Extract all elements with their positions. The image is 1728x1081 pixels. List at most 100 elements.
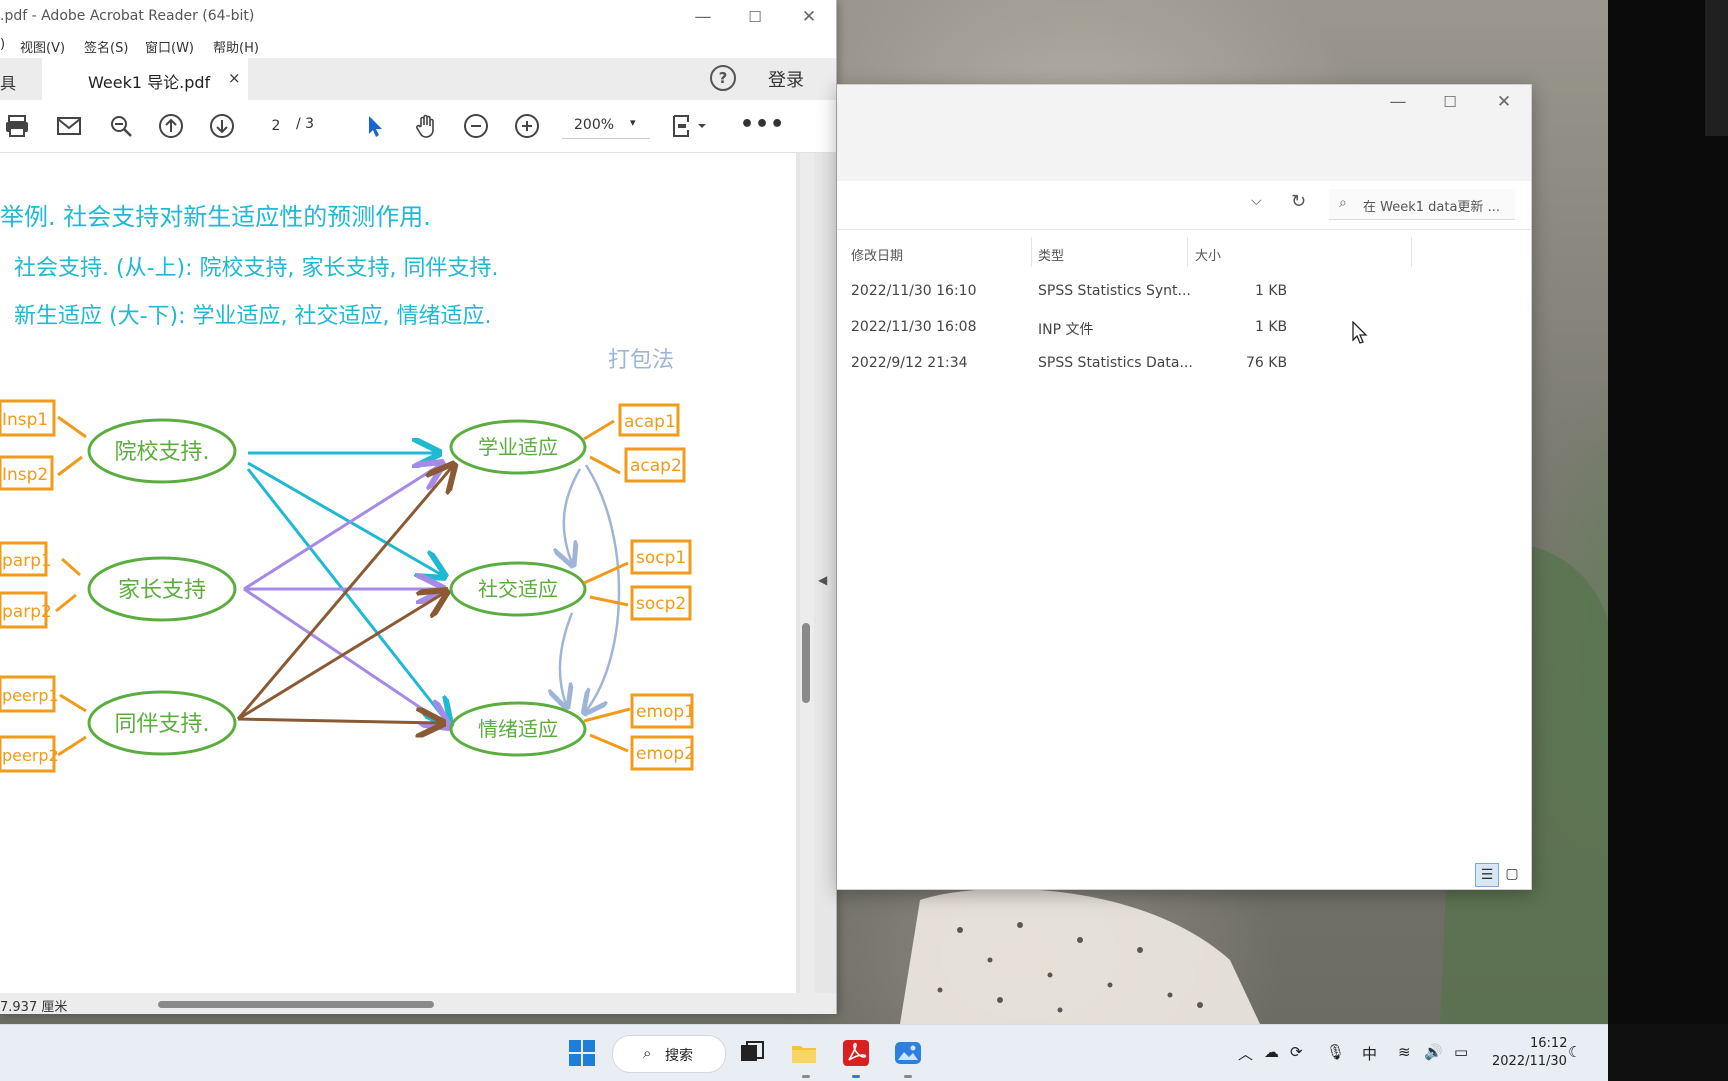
column-header-type[interactable]: 类型 xyxy=(1038,245,1064,264)
minimize-button[interactable]: — xyxy=(1375,89,1421,115)
tab-close-icon[interactable]: × xyxy=(228,69,241,87)
chevron-up-icon[interactable]: ︿ xyxy=(1238,1043,1253,1064)
screen-edge xyxy=(1608,0,1728,1024)
path-arrow xyxy=(247,461,442,575)
print-icon[interactable] xyxy=(4,113,30,139)
file-explorer-icon[interactable] xyxy=(790,1039,818,1067)
file-explorer-window: — ☐ ✕ ⌵ ↻ ⌕ 在 Week1 data更新 ... 修改日期 类型 大… xyxy=(837,84,1532,890)
photos-app-icon[interactable] xyxy=(894,1039,922,1067)
acrobat-window: .pdf - Adobe Acrobat Reader (64-bit) — ☐… xyxy=(0,0,837,1014)
running-indicator xyxy=(904,1075,912,1078)
path-arrow xyxy=(237,719,440,723)
page-line-social-support: 社会支持. (从-上): 院校支持, 家长支持, 同伴支持. xyxy=(14,256,498,281)
toolbar: 2 / 3 200% ▾ ••• xyxy=(0,100,836,153)
indicator-label: socp1 xyxy=(636,548,686,568)
page-size-readout: 7.937 厘米 xyxy=(0,1000,68,1014)
horizontal-scroll-thumb[interactable] xyxy=(158,1001,434,1008)
latent-label: 学业适应 xyxy=(478,435,558,459)
vertical-scrollbar[interactable] xyxy=(800,153,814,993)
running-indicator xyxy=(802,1075,810,1078)
search-box[interactable]: ⌕ 在 Week1 data更新 ... xyxy=(1329,189,1515,220)
page-layout-icon[interactable] xyxy=(670,113,710,139)
chevron-down-icon[interactable]: ⌵ xyxy=(1251,193,1262,209)
running-indicator xyxy=(852,1075,860,1078)
indicator-label: Insp1 xyxy=(2,410,48,430)
wifi-icon[interactable]: ≋ xyxy=(1398,1043,1411,1061)
tab-document[interactable]: Week1 导论.pdf × xyxy=(42,58,248,101)
menu-item-sign[interactable]: 签名(S) xyxy=(84,37,128,56)
login-button[interactable]: 登录 xyxy=(768,66,804,92)
column-separator[interactable] xyxy=(1411,237,1412,267)
clock-date[interactable]: 2022/11/30 xyxy=(1492,1054,1567,1069)
acrobat-titlebar[interactable]: .pdf - Adobe Acrobat Reader (64-bit) — ☐… xyxy=(0,0,836,34)
taskbar-search[interactable]: ⌕ 搜索 xyxy=(612,1035,726,1073)
menu-item-edit-fragment[interactable]: ) xyxy=(0,37,5,52)
tab-tools[interactable]: 具 xyxy=(0,70,16,94)
screen-corner xyxy=(1705,0,1728,136)
zoom-dropdown[interactable]: 200% ▾ xyxy=(562,112,650,139)
latent-label: 家长支持 xyxy=(118,578,206,603)
file-type: SPSS Statistics Synt... xyxy=(1038,283,1191,299)
tiles-view-icon[interactable]: ▢ xyxy=(1501,863,1523,885)
acrobat-icon[interactable] xyxy=(842,1039,870,1067)
chevron-left-icon[interactable]: ◀ xyxy=(818,573,827,587)
chevron-down-icon: ▾ xyxy=(630,116,636,129)
windows-start-icon[interactable] xyxy=(568,1039,596,1067)
pdf-page[interactable]: 举例. 社会支持对新生适应性的预测作用. 社会支持. (从-上): 院校支持, … xyxy=(0,153,796,993)
file-date: 2022/11/30 16:10 xyxy=(851,283,977,299)
zoom-out-icon[interactable] xyxy=(463,113,489,139)
menu-item-help[interactable]: 帮助(H) xyxy=(213,37,259,56)
refresh-icon[interactable]: ↻ xyxy=(1291,191,1306,212)
taskbar-search-label: 搜索 xyxy=(665,1048,693,1064)
sync-icon[interactable]: ⟳ xyxy=(1290,1043,1303,1061)
explorer-titlebar[interactable]: — ☐ ✕ xyxy=(837,85,1531,181)
help-button[interactable]: ? xyxy=(710,65,736,91)
tab-bar: 具 Week1 导论.pdf × ? 登录 xyxy=(0,58,836,101)
latent-label: 同伴支持. xyxy=(115,712,210,737)
onedrive-icon[interactable]: ☁ xyxy=(1264,1043,1279,1061)
document-area: 举例. 社会支持对新生适应性的预测作用. 社会支持. (从-上): 院校支持, … xyxy=(0,153,836,993)
battery-icon[interactable]: ▭ xyxy=(1454,1043,1468,1061)
more-options-button[interactable]: ••• xyxy=(740,112,785,137)
search-icon: ⌕ xyxy=(643,1044,652,1062)
close-button[interactable]: ✕ xyxy=(1481,89,1527,115)
column-header-size[interactable]: 大小 xyxy=(1195,245,1221,264)
column-separator[interactable] xyxy=(1187,237,1188,267)
previous-page-icon[interactable] xyxy=(158,113,184,139)
file-date: 2022/11/30 16:08 xyxy=(851,319,977,335)
microphone-icon[interactable]: 🎙 xyxy=(1326,1043,1345,1061)
maximize-button[interactable]: ☐ xyxy=(732,4,778,30)
notification-moon-icon[interactable]: ☾ xyxy=(1568,1043,1581,1061)
next-page-icon[interactable] xyxy=(209,113,235,139)
handwritten-diagram: 举例. 社会支持对新生适应性的预测作用. 社会支持. (从-上): 院校支持, … xyxy=(0,203,695,773)
zoom-in-icon[interactable] xyxy=(514,113,540,139)
minimize-button[interactable]: — xyxy=(680,4,726,30)
hand-tool-icon[interactable] xyxy=(413,113,439,139)
volume-icon[interactable]: 🔊 xyxy=(1424,1043,1443,1061)
correlation-arc xyxy=(586,464,621,711)
menu-item-window[interactable]: 窗口(W) xyxy=(145,37,194,56)
file-size: 1 KB xyxy=(1255,283,1288,299)
page-number-input[interactable]: 2 xyxy=(258,113,294,139)
maximize-button[interactable]: ☐ xyxy=(1427,89,1473,115)
window-title: .pdf - Adobe Acrobat Reader (64-bit) xyxy=(0,8,255,24)
task-view-icon[interactable] xyxy=(738,1039,766,1067)
correlation-arc xyxy=(560,612,572,705)
search-icon: ⌕ xyxy=(1339,195,1347,211)
status-bar: 7.937 厘米 xyxy=(0,993,836,1014)
zoom-out-search-icon[interactable] xyxy=(108,113,134,139)
vertical-scroll-thumb[interactable] xyxy=(802,623,810,703)
path-arrow xyxy=(236,467,452,720)
zoom-value: 200% xyxy=(574,117,615,133)
input-method-indicator[interactable]: 中 xyxy=(1362,1043,1377,1064)
select-cursor-icon[interactable] xyxy=(362,113,388,139)
path-arrow xyxy=(243,465,440,591)
close-button[interactable]: ✕ xyxy=(786,4,832,30)
email-icon[interactable] xyxy=(56,113,82,139)
details-view-icon[interactable]: ☰ xyxy=(1475,863,1499,887)
clock-time[interactable]: 16:12 xyxy=(1530,1036,1567,1051)
file-size: 1 KB xyxy=(1255,319,1288,335)
menu-item-view[interactable]: 视图(V) xyxy=(20,37,65,56)
column-separator[interactable] xyxy=(1031,237,1032,267)
column-header-date[interactable]: 修改日期 xyxy=(851,245,903,264)
